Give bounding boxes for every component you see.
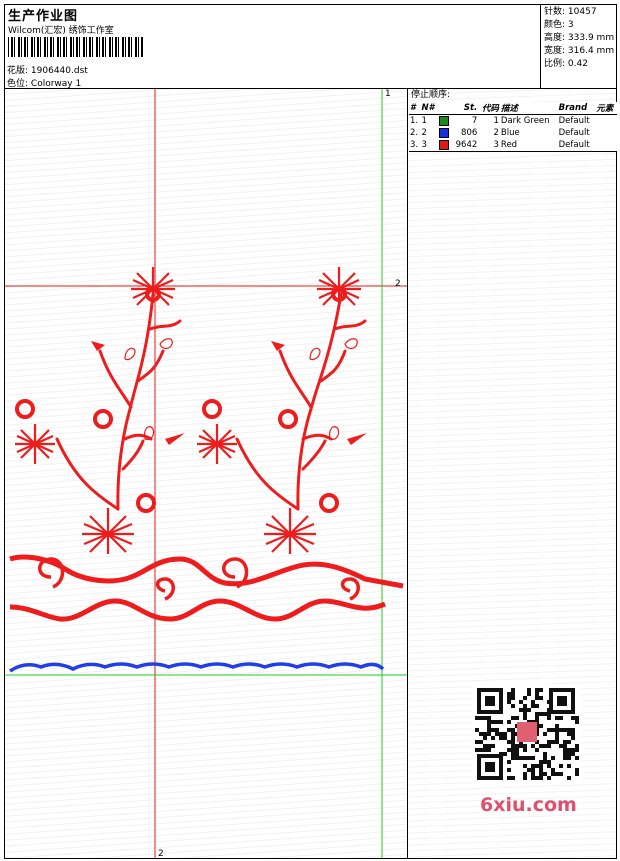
stop-sequence-title: 停止顺序:: [411, 90, 451, 100]
stat-width: 宽度: 316.4 mm: [544, 45, 616, 58]
stat-stitches-label: 针数:: [544, 7, 566, 17]
col-header: 描述: [499, 102, 558, 115]
stat-colors-value: 3: [567, 20, 574, 30]
stat-width-label: 宽度:: [544, 46, 566, 56]
embroidery-design: [5, 89, 407, 858]
stat-colors-label: 颜色:: [544, 20, 566, 30]
col-header: N#: [420, 102, 438, 115]
stat-stitches-value: 10457: [567, 7, 597, 17]
sheet-title: 生产作业图: [8, 9, 79, 24]
cell-brand: Default: [558, 116, 590, 126]
stat-width-value: 316.4 mm: [567, 46, 615, 56]
cell-desc: Red: [500, 140, 518, 150]
cell-index: 3.: [410, 140, 419, 150]
colorway-label: 色位:: [7, 79, 29, 89]
header-info: 生产作业图 Wilcom(汇宏) 绣饰工作室 花版: 1906440.dst 色…: [5, 5, 541, 89]
cell-element: [595, 139, 617, 151]
cell-index: 2.: [410, 128, 419, 138]
design-file-label: 花版:: [7, 66, 29, 76]
stop-sequence-table-wrap: # N# St. 代码 描述 Brand 元素 1. 1 7 1 Dark Green D…: [409, 102, 617, 152]
design-canvas[interactable]: 1 2 2: [5, 89, 408, 858]
cell-code: 1: [493, 116, 499, 126]
cell-stitches: 7: [471, 116, 478, 126]
table-row: 3. 3 9642 3 Red Default: [409, 139, 617, 151]
table-header-row: # N# St. 代码 描述 Brand 元素: [409, 102, 617, 115]
stat-height-value: 333.9 mm: [567, 33, 615, 43]
col-header: #: [409, 102, 421, 115]
color-swatch: [438, 139, 449, 150]
qr-center-logo: [517, 722, 537, 742]
red-scroll-band: [9, 554, 404, 622]
barcode: [8, 37, 143, 57]
guide-label-right: 2: [395, 279, 401, 289]
col-header: 元素: [595, 102, 617, 115]
cell-swatch: [438, 139, 452, 151]
cell-brand: Default: [558, 128, 590, 138]
red-leaves: [124, 338, 358, 440]
qr-code-watermark: [471, 684, 581, 784]
stop-sequence-table: # N# St. 代码 描述 Brand 元素 1. 1 7 1 Dark Green D…: [409, 102, 617, 151]
stat-stitches: 针数: 10457: [544, 6, 616, 19]
col-header: 代码: [478, 102, 500, 115]
stat-colors: 颜色: 3: [544, 19, 616, 32]
cell-brand: Default: [558, 140, 590, 150]
cell-swatch: [438, 115, 452, 128]
design-file-row: 花版: 1906440.dst: [7, 63, 88, 76]
stat-scale-value: 0.42: [567, 59, 588, 69]
stat-height: 高度: 333.9 mm: [544, 32, 616, 45]
cell-element: [595, 127, 617, 139]
guide-label-top: 1: [385, 89, 391, 99]
color-swatch: [438, 127, 449, 138]
cell-desc: Dark Green: [500, 116, 550, 126]
table-row: 1. 1 7 1 Dark Green Default: [409, 115, 617, 128]
col-header: Brand: [557, 102, 596, 115]
studio-name: Wilcom(汇宏) 绣饰工作室: [8, 26, 114, 36]
cell-stitches: 9642: [455, 140, 478, 150]
col-header: St.: [451, 102, 479, 115]
cell-swatch: [438, 127, 452, 139]
cell-code: 2: [493, 128, 499, 138]
production-worksheet: 生产作业图 Wilcom(汇宏) 绣饰工作室 花版: 1906440.dst 色…: [4, 4, 617, 859]
design-stats: 针数: 10457 颜色: 3 高度: 333.9 mm 宽度: 316.4 m…: [541, 5, 616, 89]
guide-label-bottom: 2: [158, 849, 164, 858]
colorway-row: 色位: Colorway 1: [7, 76, 81, 89]
stat-height-label: 高度:: [544, 33, 566, 43]
cell-desc: Blue: [500, 128, 520, 138]
cell-stitches: 806: [461, 128, 478, 138]
stat-scale: 比例: 0.42: [544, 58, 616, 71]
cell-n: 2: [421, 128, 427, 138]
design-file-name: 1906440.dst: [30, 66, 88, 76]
colorway-name: Colorway 1: [30, 79, 82, 89]
watermark-brand: 6xiu.com: [480, 794, 577, 816]
stat-scale-label: 比例:: [544, 59, 566, 69]
table-row: 2. 2 806 2 Blue Default: [409, 127, 617, 139]
cell-index: 1.: [410, 116, 419, 126]
cell-n: 1: [421, 116, 427, 126]
cell-element: [595, 115, 617, 128]
cell-n: 3: [421, 140, 427, 150]
color-swatch: [438, 115, 449, 126]
blue-scallop-border: [9, 662, 385, 673]
cell-code: 3: [493, 140, 499, 150]
